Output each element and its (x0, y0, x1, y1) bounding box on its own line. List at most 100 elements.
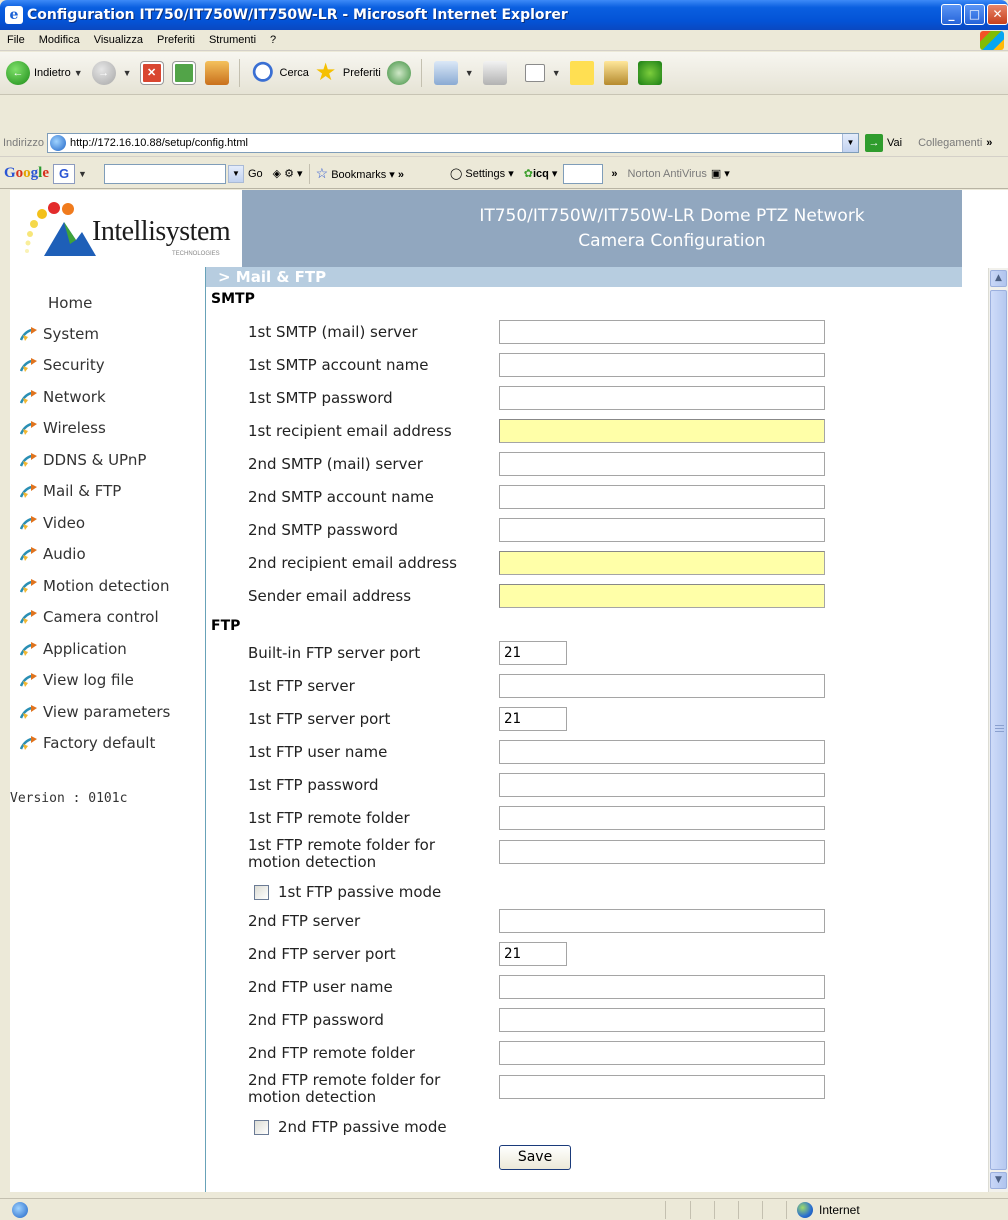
ftp2-port-input[interactable] (499, 942, 567, 966)
nav-item-view-parameters[interactable]: View parameters (19, 703, 170, 721)
address-dropdown-icon[interactable]: ▼ (841, 134, 858, 152)
forward-dropdown-icon[interactable]: ▼ (123, 68, 132, 78)
address-bar: Indirizzo http://172.16.10.88/setup/conf… (0, 130, 1008, 157)
ftp1-server-input[interactable] (499, 674, 825, 698)
smtp-field-label: 1st SMTP (mail) server (248, 323, 418, 341)
nav-item-application[interactable]: Application (19, 640, 127, 658)
scroll-thumb[interactable] (990, 290, 1007, 1170)
edit-word-icon[interactable] (524, 64, 545, 82)
ftp2-password-input[interactable] (499, 1008, 825, 1032)
builtin-ftp-port-input[interactable] (499, 641, 567, 665)
mail-icon[interactable] (433, 61, 458, 85)
media-icon[interactable] (603, 61, 628, 85)
google-tools-icon[interactable]: ◈ ⚙ ▾ (273, 167, 303, 180)
save-button[interactable]: Save (499, 1145, 571, 1170)
search-button[interactable]: Cerca (251, 61, 309, 85)
nav-item-ddns-upnp[interactable]: DDNS & UPnP (19, 451, 146, 469)
ftp2-server-label: 2nd FTP server (248, 912, 361, 930)
go-label: Vai (886, 137, 903, 149)
forward-button[interactable]: → ▼ (91, 61, 135, 85)
nav-item-video[interactable]: Video (19, 514, 85, 532)
back-dropdown-icon[interactable]: ▼ (74, 68, 83, 78)
nav-item-motion-detection[interactable]: Motion detection (19, 577, 169, 595)
google-toolbar: Google G ▼ ▼ Go ◈ ⚙ ▾ ☆ Bookmarks ▾ » ◯ … (0, 159, 1008, 189)
ftp1-password-input[interactable] (499, 773, 825, 797)
nav-item-wireless[interactable]: Wireless (19, 419, 106, 437)
icq-button[interactable]: ✿icq ▾ (524, 167, 558, 180)
google-search-input[interactable] (103, 163, 226, 184)
ftp2-user-input[interactable] (499, 975, 825, 999)
favorites-button[interactable]: ★ Preferiti (315, 61, 381, 85)
ftp1-motion-folder-input[interactable] (499, 840, 825, 864)
nav-item-factory-default[interactable]: Factory default (19, 734, 155, 752)
bookmarks-star-icon: ☆ (315, 165, 329, 181)
ftp1-user-input[interactable] (499, 740, 825, 764)
ftp1-passive-checkbox[interactable] (254, 884, 269, 900)
intellisystem-logo: Intellisystem TECHNOLOGIES (10, 190, 242, 267)
google-go-button[interactable]: Go (248, 168, 263, 180)
menu-help[interactable]: ? (263, 34, 283, 46)
notes-icon[interactable] (569, 61, 594, 85)
scroll-down-icon[interactable]: ▼ (990, 1172, 1007, 1189)
nav-item-network[interactable]: Network (19, 388, 106, 406)
smtp-field-input-9[interactable] (499, 584, 825, 608)
smtp-field-input-4[interactable] (499, 419, 825, 443)
menu-strumenti[interactable]: Strumenti (202, 34, 263, 46)
ftp2-passive-checkbox[interactable] (254, 1119, 269, 1135)
vertical-scrollbar[interactable]: ▲ ▼ (988, 268, 1008, 1192)
smtp-field-input-3[interactable] (499, 386, 825, 410)
go-button[interactable]: → Vai (864, 134, 903, 152)
bookmarks-button[interactable]: ☆ Bookmarks ▾ » (316, 165, 404, 182)
ftp2-motion-folder-input[interactable] (499, 1075, 825, 1099)
smtp-field-input-2[interactable] (499, 353, 825, 377)
ftp2-folder-input[interactable] (499, 1041, 825, 1065)
home-icon[interactable] (204, 61, 229, 85)
smtp-field-input-5[interactable] (499, 452, 825, 476)
print-icon[interactable] (482, 61, 507, 85)
maximize-button[interactable]: □ (964, 4, 985, 25)
norton-icon[interactable]: ▣ ▾ (711, 167, 730, 180)
menu-file[interactable]: File (0, 34, 32, 46)
links-toolbar[interactable]: Collegamenti (918, 137, 982, 149)
history-icon[interactable] (386, 61, 411, 85)
menu-visualizza[interactable]: Visualizza (87, 34, 150, 46)
nav-item-mail-ftp[interactable]: Mail & FTP (19, 482, 121, 500)
nav-home[interactable]: Home (48, 294, 92, 312)
nav-item-camera-control[interactable]: Camera control (19, 608, 159, 626)
address-input[interactable]: http://172.16.10.88/setup/config.html ▼ (46, 133, 859, 153)
left-navigation: Home System Security Network Wireless DDNS &… (10, 267, 206, 1192)
messenger-icon[interactable] (637, 61, 662, 85)
ftp1-port-input[interactable] (499, 707, 567, 731)
ftp-heading: FTP (211, 618, 241, 634)
ftp1-folder-input[interactable] (499, 806, 825, 830)
smtp-field-input-1[interactable] (499, 320, 825, 344)
smtp-field-input-6[interactable] (499, 485, 825, 509)
refresh-icon[interactable] (172, 62, 195, 84)
minimize-button[interactable]: _ (941, 4, 962, 25)
stop-icon[interactable]: ✕ (140, 62, 163, 84)
smtp-field-input-8[interactable] (499, 551, 825, 575)
menu-modifica[interactable]: Modifica (32, 34, 87, 46)
back-button[interactable]: ← Indietro ▼ (6, 61, 86, 85)
google-search-dropdown-icon[interactable]: ▼ (227, 164, 244, 183)
nav-item-view-log-file[interactable]: View log file (19, 671, 134, 689)
back-label: Indietro (34, 67, 71, 79)
close-button[interactable]: ✕ (987, 4, 1008, 25)
nav-item-label: Wireless (43, 419, 106, 437)
nav-item-audio[interactable]: Audio (19, 545, 86, 563)
nav-item-system[interactable]: System (19, 325, 99, 343)
menu-preferiti[interactable]: Preferiti (150, 34, 202, 46)
smtp-field-input-7[interactable] (499, 518, 825, 542)
norton-antivirus-button[interactable]: Norton AntiVirus (628, 168, 707, 180)
address-url: http://172.16.10.88/setup/config.html (69, 137, 248, 149)
nav-arrow-icon (19, 641, 37, 657)
icq-input[interactable] (563, 163, 604, 184)
settings-button[interactable]: ◯ Settings ▾ (450, 167, 514, 180)
scroll-up-icon[interactable]: ▲ (990, 270, 1007, 287)
ftp2-motion-folder-label-line2: motion detection (248, 1088, 377, 1106)
window-title-bar: e Configuration IT750/IT750W/IT750W-LR -… (0, 0, 1008, 30)
ftp2-server-input[interactable] (499, 909, 825, 933)
status-bar: Internet (0, 1198, 1008, 1220)
nav-item-security[interactable]: Security (19, 356, 105, 374)
google-menu-button[interactable]: G (53, 163, 76, 184)
